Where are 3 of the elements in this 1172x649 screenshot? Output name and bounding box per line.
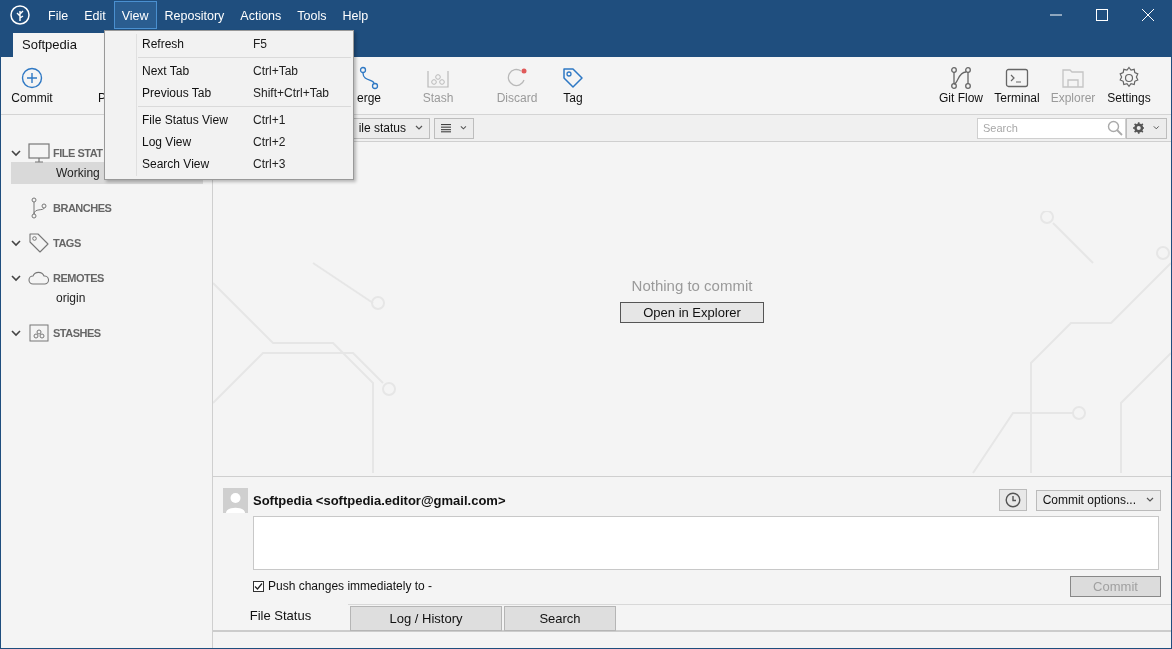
author-name: Softpedia <softpedia.editor@gmail.com> — [253, 492, 506, 508]
push-label: Push changes immediately to - — [268, 579, 433, 593]
empty-state-message: Nothing to commit — [631, 277, 753, 294]
